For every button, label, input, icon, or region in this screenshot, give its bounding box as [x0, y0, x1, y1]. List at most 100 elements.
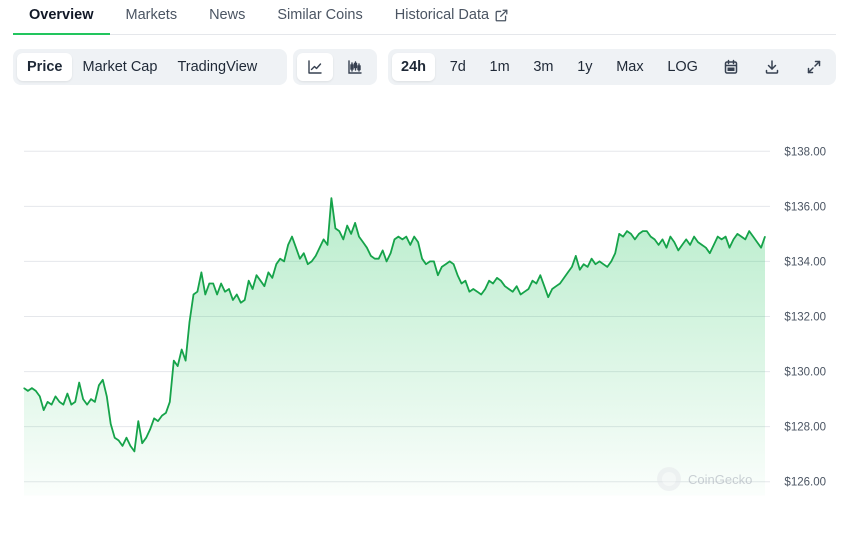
data-point [102, 379, 104, 381]
data-point [527, 288, 530, 290]
tab-label: Markets [125, 7, 178, 23]
fullscreen-button[interactable] [796, 53, 832, 81]
data-point [121, 445, 124, 447]
y-tick-label: $136.00 [784, 201, 826, 213]
data-point [488, 280, 490, 282]
data-point [587, 266, 589, 268]
data-point [31, 387, 33, 389]
data-point [70, 404, 72, 406]
data-point [413, 236, 415, 238]
data-point [145, 437, 147, 439]
data-point [449, 260, 451, 262]
data-point [78, 382, 80, 384]
download-button[interactable] [754, 53, 790, 81]
tab-label: Overview [29, 7, 94, 23]
data-point [386, 260, 388, 262]
data-point [354, 222, 356, 224]
data-point [516, 285, 518, 287]
range-1m-button[interactable]: 1m [481, 53, 519, 81]
data-point [86, 404, 88, 406]
data-point [732, 238, 735, 240]
range-1y-button[interactable]: 1y [568, 53, 601, 81]
y-tick-label: $130.00 [784, 367, 826, 379]
data-point [98, 384, 100, 386]
data-point [259, 280, 262, 282]
data-point [665, 247, 668, 249]
data-point [200, 271, 202, 273]
data-point [208, 282, 210, 285]
y-axis: $126.00 $128.00 $130.00 $132.00 $134.00 $136.… [784, 146, 826, 488]
data-point [125, 437, 128, 439]
data-point [319, 247, 321, 249]
data-point [275, 263, 277, 265]
log-scale-button[interactable]: LOG [658, 53, 707, 81]
data-point [500, 280, 502, 282]
range-24h-button[interactable]: 24h [392, 53, 435, 81]
tab-similar-coins[interactable]: Similar Coins [261, 0, 378, 35]
data-point [196, 291, 198, 293]
data-point [559, 282, 561, 285]
y-tick-label: $138.00 [784, 146, 826, 158]
line-chart-button[interactable] [297, 53, 333, 81]
data-point [271, 277, 273, 279]
data-point [62, 404, 64, 406]
data-point [437, 274, 439, 276]
tab-news[interactable]: News [193, 0, 261, 35]
data-point [295, 247, 297, 249]
data-point [705, 247, 707, 249]
data-point [236, 293, 238, 296]
price-chart[interactable]: $126.00 $128.00 $130.00 $132.00 $134.00 $136.… [0, 100, 845, 536]
data-point [181, 348, 183, 351]
data-point [228, 288, 230, 290]
data-point [378, 258, 380, 260]
watermark-text: CoinGecko [688, 472, 752, 487]
data-point [433, 260, 435, 262]
data-point [315, 255, 317, 257]
tab-markets[interactable]: Markets [110, 0, 194, 35]
data-point [94, 401, 96, 403]
price-button[interactable]: Price [17, 53, 73, 81]
date-picker-button[interactable] [713, 53, 749, 81]
data-point [579, 269, 581, 271]
range-7d-button[interactable]: 7d [441, 53, 475, 81]
data-point [401, 238, 403, 240]
data-point [157, 420, 159, 422]
data-point [54, 395, 57, 397]
data-point [224, 291, 226, 293]
data-point [598, 260, 601, 262]
data-point [323, 238, 325, 240]
tab-overview[interactable]: Overview [13, 0, 110, 35]
data-point [177, 365, 179, 367]
tradingview-button[interactable]: TradingView [167, 53, 267, 81]
line-chart-icon [308, 60, 322, 74]
data-point [646, 230, 648, 232]
data-point [287, 244, 289, 246]
range-max-button[interactable]: Max [607, 53, 652, 81]
data-point [756, 241, 758, 243]
data-point [342, 238, 344, 240]
market-cap-button[interactable]: Market Cap [72, 53, 167, 81]
data-point [169, 401, 171, 403]
data-point [58, 401, 61, 403]
data-point [524, 291, 526, 293]
data-point [492, 282, 494, 285]
data-point [188, 321, 191, 323]
data-point [429, 260, 431, 262]
data-point [614, 252, 616, 254]
y-tick-label: $126.00 [784, 477, 826, 489]
data-point [204, 293, 206, 296]
data-point [638, 233, 640, 235]
data-point [334, 227, 336, 229]
data-point [445, 263, 447, 265]
data-point [393, 238, 396, 240]
data-point [51, 404, 53, 406]
data-point [543, 285, 545, 287]
data-point [303, 252, 305, 254]
time-range-selector: 24h 7d 1m 3m 1y Max LOG [388, 49, 836, 85]
data-point [484, 288, 486, 290]
data-point [133, 450, 135, 452]
tab-historical-data[interactable]: Historical Data [379, 0, 524, 35]
candlestick-chart-button[interactable] [337, 53, 373, 81]
range-3m-button[interactable]: 3m [524, 53, 562, 81]
data-point [531, 280, 534, 282]
